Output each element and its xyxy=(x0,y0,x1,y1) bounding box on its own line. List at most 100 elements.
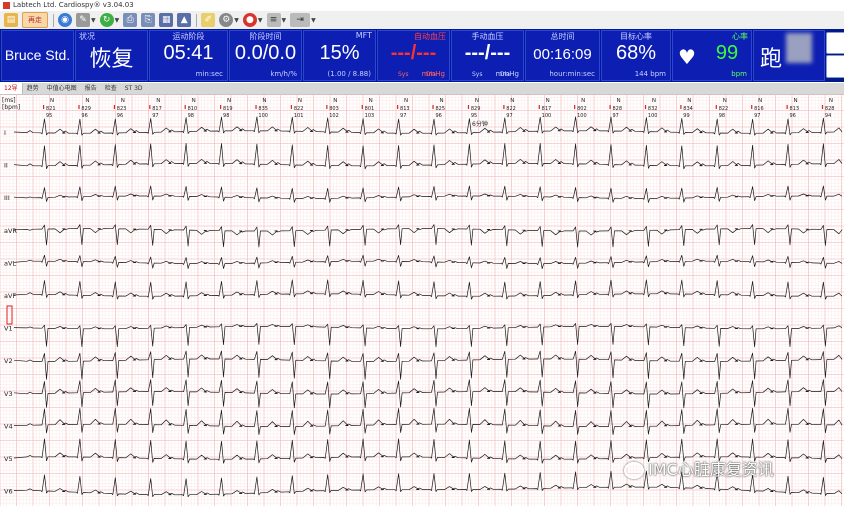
beat-type-label: N xyxy=(687,98,691,104)
home-button[interactable]: 再走 xyxy=(22,12,48,28)
beat-hr-label: 102 xyxy=(329,113,339,119)
beat-hr-label: 96 xyxy=(81,113,87,119)
beat-hr-label: 99 xyxy=(683,113,689,119)
total-time-unit: hour:min:sec xyxy=(549,70,595,78)
chevron-down-icon[interactable]: ▼ xyxy=(258,17,263,24)
tempo-icon[interactable]: ⇥ xyxy=(290,13,311,27)
tab-report[interactable]: 报告 xyxy=(81,83,101,94)
refresh-icon[interactable]: ↻ xyxy=(99,13,114,27)
beat-hr-label: 96 xyxy=(117,113,123,119)
phase-time-cell: 运动阶段 05:41 min:sec xyxy=(149,30,228,81)
total-time-value: 00:16:09 xyxy=(533,46,592,63)
manual-bp-value: ---/--- xyxy=(464,42,511,64)
beat-rr-label: 832 xyxy=(648,106,658,112)
beat-rr-label: 813 xyxy=(400,106,410,112)
beat-type-label: N xyxy=(298,98,302,104)
tab-trend[interactable]: 趋势 xyxy=(23,83,43,94)
beat-hr-label: 94 xyxy=(825,113,831,119)
privacy-blur xyxy=(786,33,812,63)
chevron-down-icon[interactable]: ▼ xyxy=(282,17,287,24)
tab-median-ecg[interactable]: 中值心电图 xyxy=(43,83,81,94)
status-panel: Bruce Std. 状况 恢复 运动阶段 05:41 min:sec 阶段时间… xyxy=(0,29,844,82)
beat-marker xyxy=(751,105,753,109)
beat-hr-label: 97 xyxy=(754,113,760,119)
phase-time-caption: 运动阶段 xyxy=(172,32,205,41)
manual-bp-unit: mmHg xyxy=(495,70,519,78)
beat-hr-label: 96 xyxy=(435,113,441,119)
settings-icon[interactable]: ⚙ xyxy=(219,13,234,27)
tab-review[interactable]: 检查 xyxy=(101,83,121,94)
chevron-down-icon[interactable]: ▼ xyxy=(115,17,120,24)
target-hr-value: 68% xyxy=(615,42,657,64)
note-icon[interactable]: ✐ xyxy=(201,13,216,27)
tab-st-3d[interactable]: ST 3D xyxy=(121,83,147,94)
phase-cell: 状况 恢复 xyxy=(75,30,148,81)
database-icon[interactable]: ▦ xyxy=(159,13,174,27)
print-preview-icon[interactable]: ⎘ xyxy=(141,13,156,27)
beat-marker xyxy=(290,105,293,109)
hr-value: 99 xyxy=(715,42,739,64)
beat-marker xyxy=(397,105,399,109)
beat-marker xyxy=(432,105,434,109)
filter-icon[interactable]: ≡ xyxy=(266,13,281,27)
beat-rr-label: 822 xyxy=(506,106,516,112)
chevron-down-icon[interactable]: ▼ xyxy=(234,17,239,24)
beat-type-label: N xyxy=(85,98,89,104)
hr-caption: 心率 xyxy=(732,32,748,41)
beat-marker xyxy=(113,105,116,109)
record-icon[interactable]: ● xyxy=(242,13,257,27)
beat-rr-label: 834 xyxy=(683,106,693,112)
beat-type-label: N xyxy=(121,98,125,104)
beat-rr-label: 802 xyxy=(577,106,587,112)
ecg-header-bpm: [bpm] xyxy=(2,104,20,111)
protocol-cell[interactable]: Bruce Std. xyxy=(1,30,74,81)
globe-icon[interactable]: ◉ xyxy=(58,13,72,27)
beat-type-label: N xyxy=(794,98,798,104)
target-hr-unit: 144 bpm xyxy=(634,70,666,78)
beat-marker xyxy=(220,105,222,109)
window-titlebar: Labtech Ltd. Cardiospy® v3.04.03 xyxy=(0,0,844,11)
chart-icon[interactable]: ▲ xyxy=(177,13,192,27)
side-button-top[interactable] xyxy=(826,32,844,54)
ecg-trace xyxy=(13,185,843,203)
ecg-trace xyxy=(13,143,843,170)
ecg-strip[interactable]: [ms][bpm]N82195N82996N82396N81797N81098N… xyxy=(0,94,844,506)
chevron-down-icon[interactable]: ▼ xyxy=(91,17,96,24)
beat-type-label: N xyxy=(829,98,833,104)
beat-type-label: N xyxy=(156,98,160,104)
ecg-header-ms: [ms] xyxy=(2,97,16,104)
print-icon[interactable]: ⎙ xyxy=(123,13,138,27)
manual-bp-caption: 手动血压 xyxy=(471,32,504,41)
beat-hr-label: 97 xyxy=(152,113,158,119)
beat-rr-label: 822 xyxy=(719,106,729,112)
beat-hr-label: 97 xyxy=(612,113,618,119)
beat-hr-label: 100 xyxy=(258,113,268,119)
beat-rr-label: 828 xyxy=(612,106,622,112)
ecg-trace xyxy=(13,116,843,136)
lead-label: V5 xyxy=(4,455,13,463)
tab-12-lead[interactable]: 12导 xyxy=(0,83,23,94)
folder-icon[interactable]: ▤ xyxy=(4,13,18,27)
tools-icon[interactable]: ✎ xyxy=(76,13,90,27)
heart-rate-cell: 心率 ♥ 99 bpm xyxy=(672,30,752,81)
beat-marker xyxy=(326,105,328,109)
beat-marker xyxy=(538,105,540,109)
beat-rr-label: 823 xyxy=(117,106,127,112)
manual-bp-cell[interactable]: 手动血压 ---/--- Sys Dia mmHg xyxy=(451,30,524,81)
beat-marker xyxy=(715,105,717,109)
beat-hr-label: 97 xyxy=(400,113,406,119)
beat-marker xyxy=(786,105,788,109)
auto-bp-unit: mmHg xyxy=(421,70,445,78)
auto-bp-cell[interactable]: 自动血压 ---/--- Sys Dia mmHg xyxy=(377,30,450,81)
beat-hr-label: 96 xyxy=(790,113,796,119)
side-button-bottom[interactable] xyxy=(826,55,844,78)
beat-marker xyxy=(149,105,151,109)
beat-rr-label: 817 xyxy=(152,106,162,112)
phase-time-value: 05:41 xyxy=(163,42,214,64)
app-icon xyxy=(3,2,10,9)
chevron-down-icon[interactable]: ▼ xyxy=(311,17,316,24)
speed-value: 0.0/0.0 xyxy=(234,42,297,64)
beat-type-label: N xyxy=(369,98,373,104)
beat-marker xyxy=(680,105,682,109)
lead-label: V2 xyxy=(4,357,13,365)
